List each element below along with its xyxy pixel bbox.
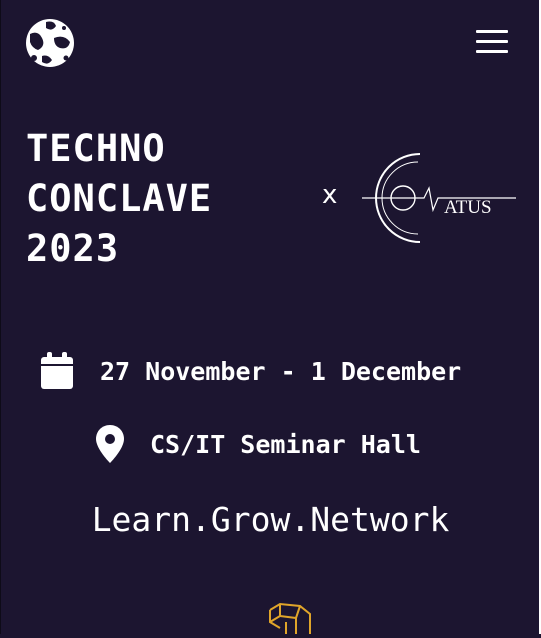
calendar-icon xyxy=(40,352,74,390)
atus-logo-text: ATUS xyxy=(444,197,492,218)
event-date-row: 27 November - 1 December xyxy=(40,352,461,390)
event-venue-text: CS/IT Seminar Hall xyxy=(150,429,421,459)
hamburger-menu-icon[interactable] xyxy=(474,28,510,56)
event-date-text: 27 November - 1 December xyxy=(100,356,462,386)
event-venue-row: CS/IT Seminar Hall xyxy=(96,425,421,463)
gear-3d-outline-icon xyxy=(266,600,314,634)
atus-partner-logo[interactable]: ATUS xyxy=(362,150,518,246)
title-line-1: TECHNO xyxy=(26,127,166,170)
title-line-3: 2023 xyxy=(26,227,120,270)
title-line-2: CONCLAVE xyxy=(26,177,213,220)
location-pin-icon xyxy=(96,425,124,463)
event-title: TECHNO CONCLAVE 2023 xyxy=(26,124,306,274)
collab-x-symbol: x xyxy=(322,180,338,210)
tagline: Learn.Grow.Network xyxy=(91,500,450,539)
planet-logo-icon[interactable] xyxy=(24,18,76,68)
